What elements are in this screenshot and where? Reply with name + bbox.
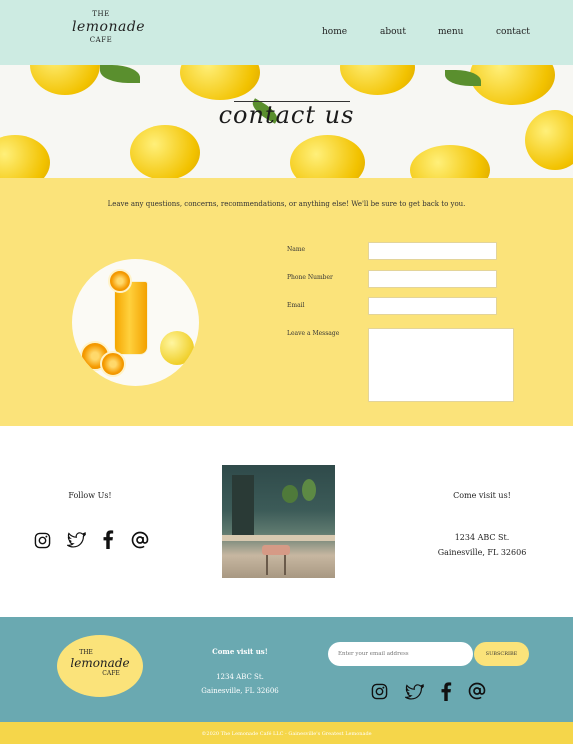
site-header: THE lemonade CAFE home about menu contac…: [0, 0, 573, 65]
instagram-icon[interactable]: [371, 683, 388, 700]
badge-cafe: CAFE: [102, 670, 120, 677]
follow-title: Follow Us!: [68, 491, 112, 500]
footer-logo[interactable]: THE lemonade CAFE: [57, 635, 143, 697]
newsletter-email-input[interactable]: [328, 642, 473, 666]
hero-banner: contact us: [0, 65, 573, 178]
slice-graphic: [108, 269, 132, 293]
site-footer: THE lemonade CAFE Come visit us! 1234 AB…: [0, 617, 573, 722]
name-label: Name: [287, 246, 306, 253]
facebook-icon[interactable]: [102, 530, 114, 549]
badge-the: THE: [79, 649, 93, 656]
contact-section: Leave any questions, concerns, recommend…: [0, 178, 573, 426]
twitter-icon[interactable]: [405, 684, 424, 701]
leaf-image: [100, 65, 140, 83]
juice-image: [72, 259, 199, 386]
contact-intro: Leave any questions, concerns, recommend…: [107, 200, 466, 208]
visit-title: Come visit us!: [453, 491, 511, 500]
plant-graphic: [302, 479, 316, 501]
main-nav: home about menu contact: [0, 27, 573, 41]
lemon-graphic: [160, 331, 194, 365]
instagram-icon[interactable]: [34, 532, 51, 549]
window-frame: [232, 475, 254, 535]
counter-graphic: [222, 535, 335, 541]
copyright-bar: ©2020 The Lemonade Café LLC - Gainesvill…: [0, 722, 573, 744]
facebook-icon[interactable]: [440, 682, 452, 701]
page-title: contact us: [218, 101, 355, 129]
copyright-text: ©2020 The Lemonade Café LLC - Gainesvill…: [201, 731, 372, 737]
phone-field[interactable]: [368, 270, 497, 288]
chair-leg: [284, 555, 286, 575]
cafe-photo: [222, 465, 335, 578]
visit-street: 1234 ABC St.: [454, 533, 510, 542]
visit-city: Gainesville, FL 32606: [437, 548, 527, 557]
lemon-image: [130, 125, 200, 178]
subscribe-button[interactable]: SUBSCRIBE: [474, 642, 529, 666]
nav-menu[interactable]: menu: [438, 27, 463, 37]
logo-the: THE: [92, 10, 110, 18]
lemon-image: [470, 65, 555, 105]
chair-graphic: [262, 545, 290, 555]
nav-contact[interactable]: contact: [496, 27, 530, 37]
slice-graphic: [100, 351, 126, 377]
at-icon[interactable]: [468, 682, 486, 700]
title-underline: [234, 101, 350, 102]
lemon-image: [340, 65, 415, 95]
lemon-image: [410, 145, 490, 178]
twitter-icon[interactable]: [67, 532, 86, 549]
footer-city: Gainesville, FL 32606: [201, 687, 279, 695]
name-field[interactable]: [368, 242, 497, 260]
nav-about[interactable]: about: [380, 27, 406, 37]
lemon-image: [30, 65, 100, 95]
badge-wordmark: lemonade: [70, 656, 130, 670]
message-label: Leave a Message: [287, 330, 340, 337]
footer-street: 1234 ABC St.: [216, 673, 264, 681]
phone-label: Phone Number: [287, 274, 333, 281]
email-field[interactable]: [368, 297, 497, 315]
at-icon[interactable]: [131, 531, 149, 549]
chair-leg: [266, 555, 268, 575]
nav-home[interactable]: home: [322, 27, 347, 37]
lemon-image: [290, 135, 365, 178]
lemon-image: [0, 135, 50, 178]
email-label: Email: [287, 302, 305, 309]
message-field[interactable]: [368, 328, 514, 402]
footer-visit-title: Come visit us!: [212, 647, 268, 656]
lemon-image: [180, 65, 260, 100]
follow-section: Follow Us! Come visit us! 1234 ABC St. G…: [0, 426, 573, 617]
plant-graphic: [282, 485, 298, 503]
